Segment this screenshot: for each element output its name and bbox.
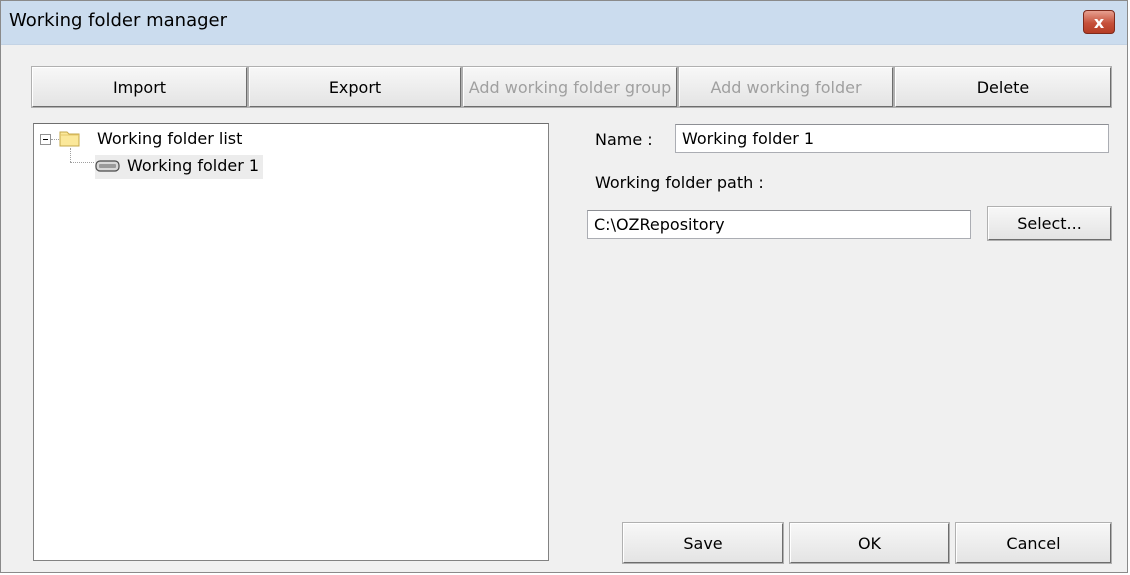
ok-button[interactable]: OK <box>789 522 950 564</box>
working-folder-drive-icon <box>95 160 120 172</box>
close-button[interactable]: x <box>1083 10 1115 34</box>
folder-icon <box>59 131 80 147</box>
name-label: Name : <box>595 130 653 149</box>
tree-child-label: Working folder 1 <box>127 156 260 175</box>
working-folder-tree[interactable]: Working folder list Working folder 1 <box>33 123 549 561</box>
delete-button[interactable]: Delete <box>894 66 1112 108</box>
tree-branch-line <box>70 148 71 162</box>
title-bar: Working folder manager x <box>1 1 1127 45</box>
tree-root-label[interactable]: Working folder list <box>97 129 242 148</box>
tree-branch-line <box>70 162 96 163</box>
cancel-button[interactable]: Cancel <box>955 522 1112 564</box>
tree-connector-line <box>51 139 59 140</box>
tree-child-row[interactable]: Working folder 1 <box>95 155 263 179</box>
close-icon: x <box>1093 12 1105 32</box>
add-working-folder-group-button[interactable]: Add working folder group <box>462 66 678 108</box>
export-button[interactable]: Export <box>248 66 462 108</box>
working-folder-path-field[interactable] <box>587 210 971 239</box>
working-folder-path-label: Working folder path : <box>595 173 764 192</box>
window-title: Working folder manager <box>9 10 228 31</box>
save-button[interactable]: Save <box>622 522 784 564</box>
import-button[interactable]: Import <box>31 66 248 108</box>
select-button[interactable]: Select... <box>987 206 1112 241</box>
collapse-toggle-icon[interactable] <box>40 134 51 145</box>
add-working-folder-button[interactable]: Add working folder <box>678 66 894 108</box>
name-field[interactable] <box>675 124 1109 153</box>
working-folder-manager-window: Working folder manager x Import Export A… <box>0 0 1128 573</box>
